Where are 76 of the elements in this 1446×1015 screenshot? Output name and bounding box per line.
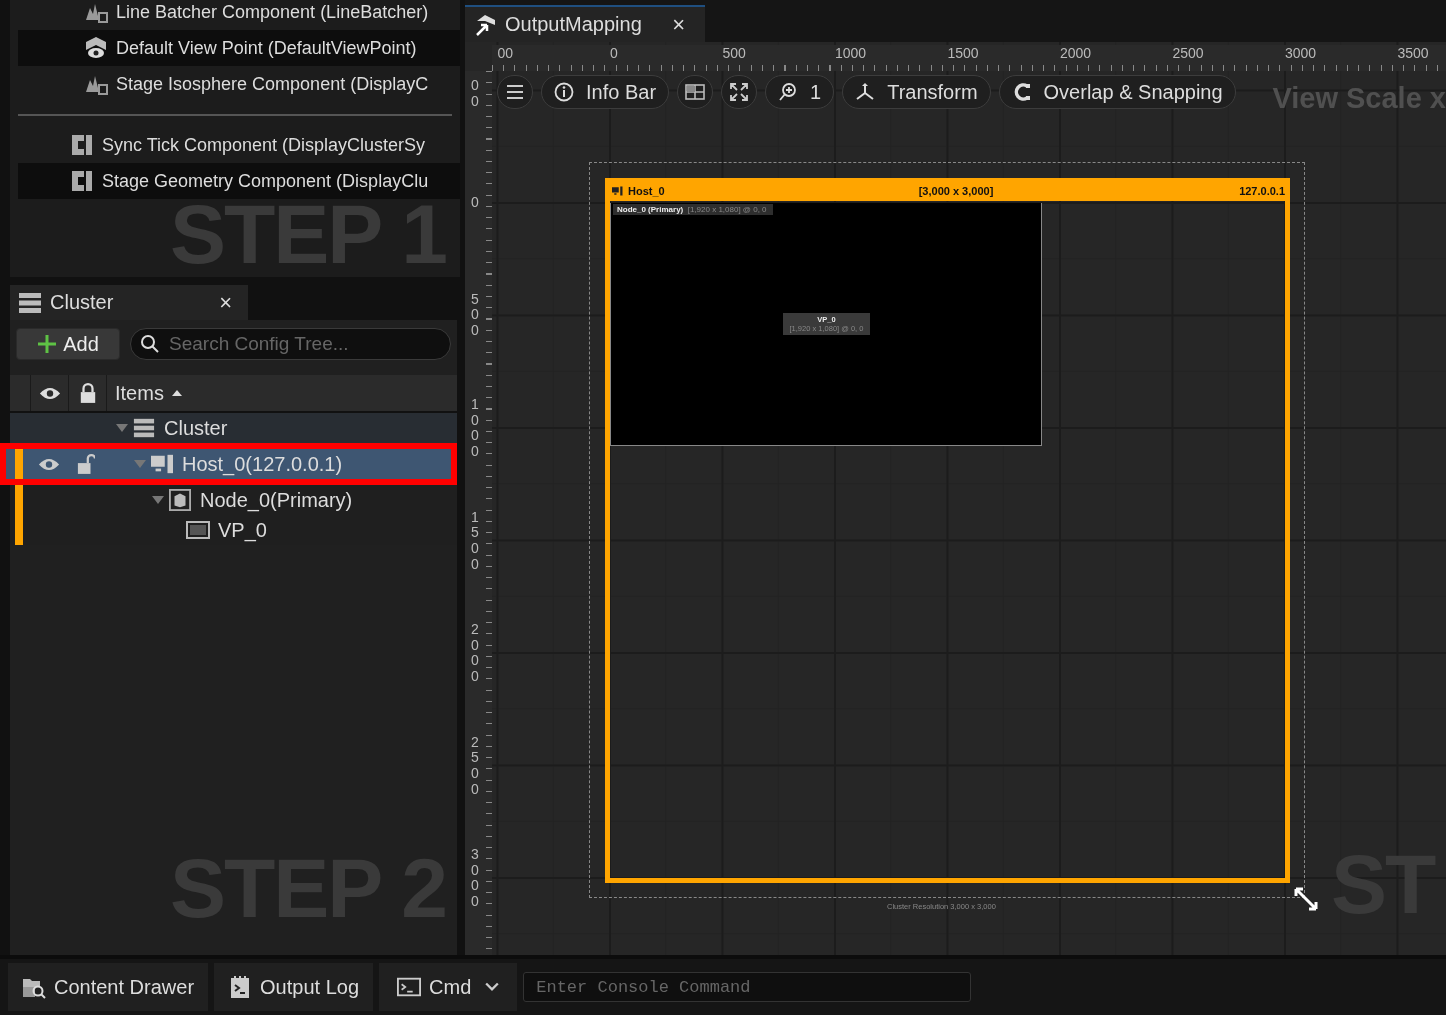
component-icon	[70, 169, 94, 193]
search-field[interactable]: Search Config Tree...	[130, 328, 451, 360]
expand-arrow-icon[interactable]	[116, 424, 128, 432]
info-bar-button[interactable]: Info Bar	[541, 75, 670, 109]
computer-icon	[150, 453, 174, 475]
output-log-button[interactable]: Output Log	[214, 963, 374, 1011]
ruler-label: 500	[722, 46, 746, 60]
ruler-label: 500	[471, 292, 480, 339]
ruler-label: 00	[497, 46, 514, 60]
ruler-label: 2000	[471, 621, 480, 685]
outliner-row[interactable]: Stage Geometry Component (DisplayClu	[18, 163, 460, 199]
ruler-label: 3000	[471, 846, 480, 910]
screen-icon	[186, 519, 210, 541]
layout-button[interactable]	[677, 75, 714, 109]
ruler-label: 1000	[835, 46, 867, 60]
cluster-tab[interactable]: Cluster ×	[10, 285, 248, 320]
console-command-field[interactable]: Enter Console Command	[523, 972, 972, 1002]
outliner-row[interactable]: Default View Point (DefaultViewPoint)	[18, 30, 460, 66]
info-icon	[554, 82, 574, 102]
terminal-icon	[397, 975, 422, 999]
sort-caret-icon	[171, 390, 182, 396]
ruler-label: 3000	[1285, 46, 1317, 60]
plus-icon	[37, 334, 58, 354]
output-mapping-tab[interactable]: OutputMapping ×	[465, 5, 705, 42]
ruler-label: 1500	[471, 509, 480, 572]
outliner-row[interactable]: Sync Tick Component (DisplayClusterSy	[18, 127, 460, 163]
unlock-icon[interactable]	[76, 453, 95, 475]
ruler-label: 0	[610, 46, 618, 60]
content-drawer-button[interactable]: Content Drawer	[8, 963, 209, 1011]
fit-view-button[interactable]	[721, 75, 758, 109]
snapping-button[interactable]: Overlap & Snapping	[998, 75, 1236, 109]
tree-row[interactable]: Host_0(127.0.0.1)	[0, 443, 457, 485]
ruler-label: 3500	[1397, 46, 1429, 60]
close-button[interactable]: ×	[664, 11, 693, 38]
ruler-label: 1500	[947, 46, 979, 60]
expand-arrow-icon[interactable]	[152, 496, 164, 504]
ruler-label: 0	[471, 195, 480, 211]
output-canvas[interactable]	[465, 42, 1446, 955]
node-viewport-area[interactable]	[610, 203, 1042, 446]
ruler-label: 00	[471, 78, 480, 110]
items-column-header[interactable]: Items	[107, 375, 182, 411]
computer-icon	[612, 186, 624, 196]
visibility-column-icon[interactable]	[38, 385, 61, 401]
ruler-label: 2500	[471, 734, 480, 797]
grid-layout-icon	[685, 82, 706, 102]
tab-title: OutputMapping	[505, 13, 643, 36]
zoom-in-icon	[778, 82, 799, 102]
axes-icon	[855, 82, 876, 102]
search-icon	[140, 334, 160, 354]
tree-row[interactable]: Cluster	[10, 413, 457, 443]
outliner-row[interactable]: Stage Isosphere Component (DisplayC	[18, 66, 460, 102]
menu-icon	[505, 82, 525, 102]
host-resolution: [3,000 x 3,000]	[918, 185, 994, 197]
menu-button[interactable]	[497, 75, 533, 109]
component-icon	[70, 133, 94, 157]
visibility-icon[interactable]	[37, 456, 60, 472]
host-name: Host_0	[628, 185, 665, 197]
ruler-label: 1000	[471, 396, 480, 460]
zoom-button[interactable]: 1	[765, 75, 835, 109]
lock-column-icon[interactable]	[78, 382, 97, 404]
chevron-down-icon	[485, 982, 500, 992]
node-box-icon	[168, 489, 192, 511]
eye-cube-icon	[84, 36, 108, 60]
tab-title: Cluster	[50, 291, 115, 314]
close-button[interactable]: ×	[211, 289, 240, 316]
ruler-label: 2000	[1060, 46, 1092, 60]
add-button[interactable]: Add	[16, 328, 120, 360]
host-address: 127.0.0.1	[1239, 185, 1285, 197]
server-rack-icon	[132, 417, 156, 439]
cmd-dropdown[interactable]: Cmd	[379, 963, 518, 1011]
server-rack-icon	[18, 290, 42, 315]
outliner-row[interactable]: Line Batcher Component (LineBatcher)	[18, 0, 460, 30]
transform-button[interactable]: Transform	[842, 75, 991, 109]
ruler-label: 2500	[1172, 46, 1204, 60]
expand-arrows-icon	[729, 82, 750, 102]
resize-handle-icon[interactable]	[1293, 886, 1319, 912]
